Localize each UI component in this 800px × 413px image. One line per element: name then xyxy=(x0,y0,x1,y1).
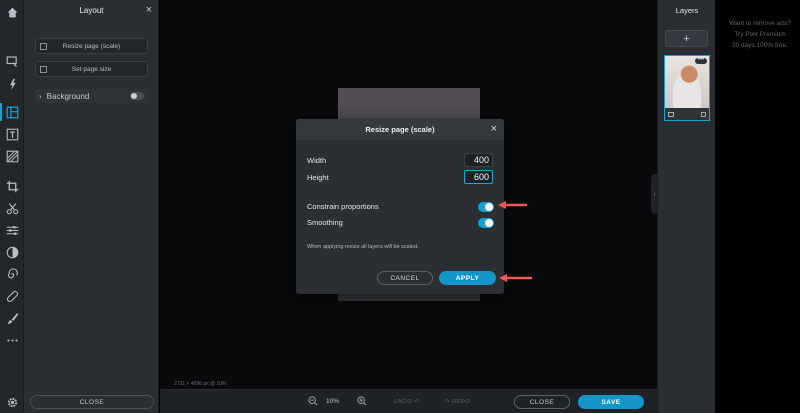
arrange-icon[interactable] xyxy=(4,53,20,69)
chevron-right-icon: › xyxy=(39,91,42,101)
set-page-size-label: Set page size xyxy=(71,65,112,73)
layer-menu-icon[interactable]: ••• xyxy=(695,57,707,64)
save-button[interactable]: SAVE xyxy=(578,395,644,409)
more-icon[interactable] xyxy=(4,332,20,348)
height-input[interactable] xyxy=(464,170,493,184)
home-icon[interactable] xyxy=(4,4,20,20)
constrain-proportions-toggle[interactable] xyxy=(478,202,494,212)
crop-icon[interactable] xyxy=(4,178,20,194)
resize-dialog: Resize page (scale) × Width Height Const… xyxy=(296,119,504,294)
ad-line: 30 days 100% free. xyxy=(731,42,788,49)
panel-close-button[interactable]: CLOSE xyxy=(30,395,154,409)
add-layer-button[interactable]: + xyxy=(665,30,708,47)
text-icon[interactable] xyxy=(4,126,20,142)
undo-button[interactable]: UNDO ↶ xyxy=(394,399,419,405)
layout-panel: Layout × Resize page (scale) Set page si… xyxy=(24,0,159,413)
zoom-out-icon[interactable] xyxy=(308,396,318,406)
cancel-button[interactable]: CANCEL xyxy=(377,271,433,285)
dialog-title: Resize page (scale) xyxy=(365,125,435,134)
ad-line: Try Pixlr Premium xyxy=(734,31,786,38)
bottom-bar: 10% UNDO ↶ ↷ REDO CLOSE SAVE xyxy=(160,389,657,413)
background-label: Background xyxy=(46,91,90,101)
close-icon[interactable]: × xyxy=(491,123,497,135)
undo-label: UNDO xyxy=(394,399,413,405)
layer-thumbnail[interactable]: ••• xyxy=(664,55,710,121)
tool-rail xyxy=(0,0,24,413)
image-layer-icon xyxy=(668,112,674,117)
settings-icon[interactable] xyxy=(4,394,20,410)
zoom-in-icon[interactable] xyxy=(357,396,367,406)
redo-label: REDO xyxy=(452,399,471,405)
close-button[interactable]: CLOSE xyxy=(514,395,570,409)
active-tool-indicator xyxy=(0,103,2,121)
layout-panel-title: Layout xyxy=(79,6,104,15)
layers-title: Layers xyxy=(675,6,699,15)
resize-hint: When applying resize all layers will be … xyxy=(307,244,419,250)
bandage-icon[interactable] xyxy=(4,288,20,304)
layers-panel: Layers + ••• xyxy=(657,0,715,413)
adjust-icon[interactable] xyxy=(4,222,20,238)
constrain-proportions-label: Constrain proportions xyxy=(307,202,379,211)
brush-icon[interactable] xyxy=(4,310,20,326)
background-section[interactable]: › Background xyxy=(35,89,148,103)
annotation-arrow xyxy=(499,274,532,282)
annotation-arrow xyxy=(498,201,527,209)
resize-page-scale-label: Resize page (scale) xyxy=(62,42,121,50)
layout-icon[interactable] xyxy=(4,104,20,120)
set-page-size-button[interactable]: Set page size xyxy=(35,61,148,77)
ad-text[interactable]: Want to remove ads? Try Pixlr Premium 30… xyxy=(722,18,798,51)
redo-button[interactable]: ↷ REDO xyxy=(445,399,470,405)
width-label: Width xyxy=(307,156,327,165)
close-icon[interactable]: × xyxy=(146,4,152,16)
contrast-icon[interactable] xyxy=(4,244,20,260)
resize-page-scale-button[interactable]: Resize page (scale) xyxy=(35,38,148,54)
smoothing-toggle[interactable] xyxy=(478,218,494,228)
page-size-icon xyxy=(40,66,47,73)
magic-icon[interactable] xyxy=(4,76,20,92)
lock-icon[interactable] xyxy=(701,112,706,117)
height-label: Height xyxy=(307,173,329,182)
swirl-icon[interactable] xyxy=(4,266,20,282)
ad-area: Want to remove ads? Try Pixlr Premium 30… xyxy=(716,0,800,413)
ad-line: Want to remove ads? xyxy=(729,20,791,27)
pattern-icon[interactable] xyxy=(4,148,20,164)
background-toggle[interactable] xyxy=(130,92,144,100)
zoom-level: 10% xyxy=(326,398,340,405)
width-input[interactable] xyxy=(464,153,493,167)
resize-icon xyxy=(40,43,47,50)
cut-icon[interactable] xyxy=(4,200,20,216)
apply-button[interactable]: APPLY xyxy=(439,271,496,285)
smoothing-label: Smoothing xyxy=(307,218,343,227)
